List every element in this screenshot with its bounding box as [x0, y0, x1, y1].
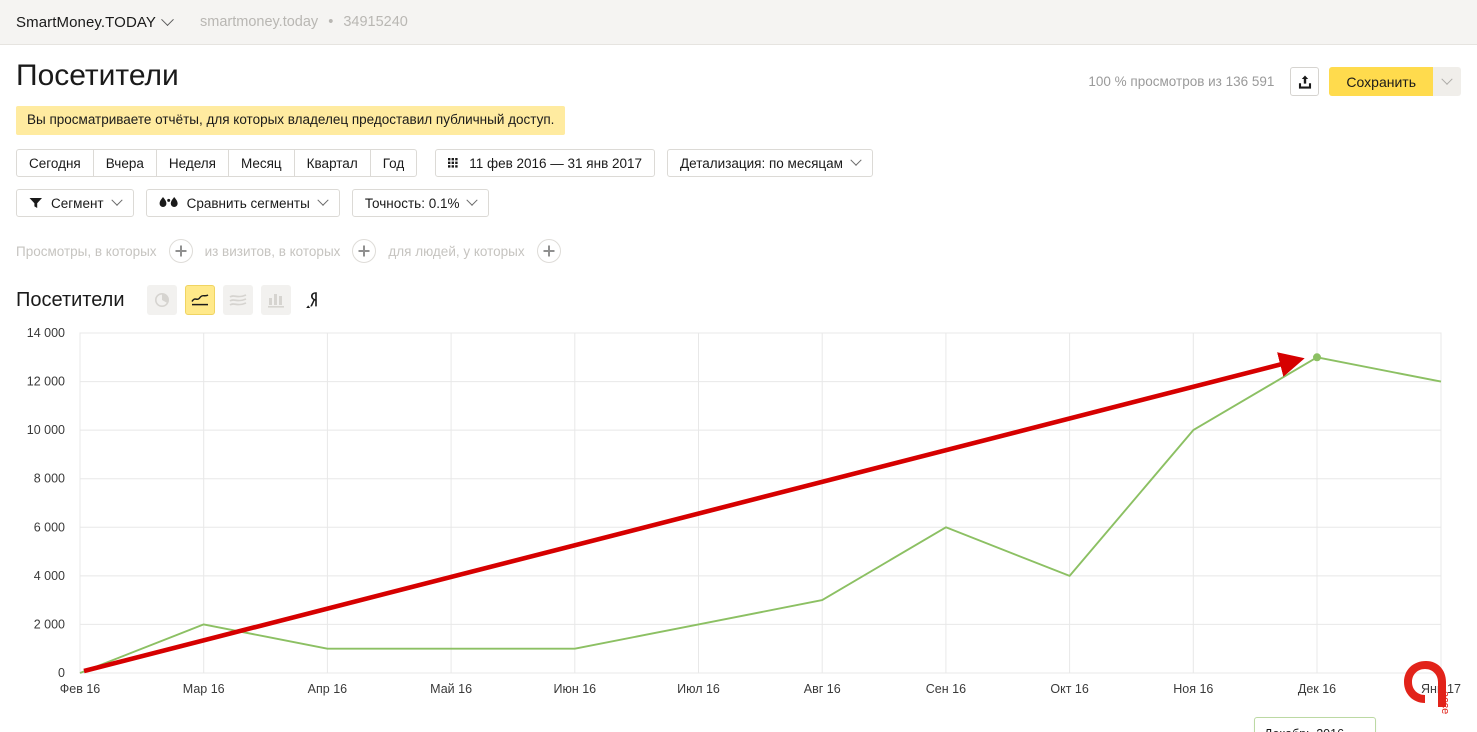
y-tick-label: 0	[58, 666, 65, 680]
x-tick-label: Мар 16	[183, 682, 225, 696]
period-button-today[interactable]: Сегодня	[16, 149, 94, 177]
x-tick-label: Июн 16	[553, 682, 596, 696]
line-chart-icon	[191, 293, 209, 307]
period-button-yesterday[interactable]: Вчера	[93, 149, 157, 177]
accuracy-selector[interactable]: Точность: 0.1%	[352, 189, 490, 217]
chart-title: Посетители	[16, 289, 125, 312]
chevron-down-icon	[161, 13, 174, 26]
save-button-group: Сохранить	[1329, 67, 1461, 96]
add-visits-condition-button[interactable]	[352, 239, 376, 263]
segment-selector[interactable]: Сегмент	[16, 189, 134, 217]
chart-view-area-button[interactable]	[223, 285, 253, 315]
chart-area: 14 000 12 000 10 000 8 000 6 000 4 000 2…	[0, 323, 1477, 723]
y-tick-label: 2 000	[34, 617, 65, 631]
filters-toolbar: Сегмент Сравнить сегменты Точность: 0.1%	[0, 189, 1477, 217]
share-upload-icon	[1298, 74, 1312, 90]
views-count: 100 % просмотров из 136 591	[1088, 74, 1274, 89]
chart-view-bar-button[interactable]	[261, 285, 291, 315]
site-meta: smartmoney.today • 34915240	[200, 14, 408, 30]
visitors-line-chart[interactable]: 14 000 12 000 10 000 8 000 6 000 4 000 2…	[0, 323, 1477, 718]
period-button-month[interactable]: Месяц	[228, 149, 295, 177]
chevron-down-icon	[467, 195, 478, 206]
add-views-condition-button[interactable]	[169, 239, 193, 263]
period-button-year[interactable]: Год	[370, 149, 418, 177]
chart-tooltip: Декабрь 2016 Посетители: 13 000	[1254, 717, 1376, 732]
save-dropdown-button[interactable]	[1433, 67, 1461, 96]
accuracy-label: Точность: 0.1%	[365, 196, 460, 211]
y-tick-label: 14 000	[27, 326, 65, 340]
highlighted-data-point[interactable]	[1313, 353, 1321, 361]
x-tick-label: Фев 16	[60, 682, 101, 696]
chart-view-map-button[interactable]	[299, 285, 329, 315]
date-range-picker[interactable]: 11 фев 2016 — 31 янв 2017	[435, 149, 655, 177]
compare-drops-icon	[159, 196, 179, 210]
save-button[interactable]: Сохранить	[1329, 67, 1433, 96]
add-people-condition-button[interactable]	[537, 239, 561, 263]
page-header: Посетители 100 % просмотров из 136 591 С…	[0, 45, 1477, 93]
chart-view-line-button[interactable]	[185, 285, 215, 315]
date-range-label: 11 фев 2016 — 31 янв 2017	[469, 156, 642, 171]
y-tick-label: 8 000	[34, 472, 65, 486]
x-tick-label: Апр 16	[308, 682, 347, 696]
map-marker-icon	[305, 291, 323, 309]
period-button-quarter[interactable]: Квартал	[294, 149, 371, 177]
top-bar: SmartMoney.TODAY smartmoney.today • 3491…	[0, 0, 1477, 45]
calendar-grid-icon	[448, 157, 461, 170]
chevron-down-icon	[111, 195, 122, 206]
x-tick-label: Май 16	[430, 682, 472, 696]
period-button-week[interactable]: Неделя	[156, 149, 229, 177]
period-toolbar: Сегодня Вчера Неделя Месяц Квартал Год 1…	[0, 149, 1477, 177]
public-access-notice: Вы просматриваете отчёты, для которых вл…	[16, 106, 565, 135]
meta-separator: •	[328, 14, 333, 30]
x-tick-label: Сен 16	[926, 682, 966, 696]
segment-label: Сегмент	[51, 196, 104, 211]
condition-visits-label: из визитов, в которых	[205, 244, 341, 259]
chevron-down-icon	[317, 195, 328, 206]
y-tick-label: 4 000	[34, 569, 65, 583]
export-button[interactable]	[1290, 67, 1319, 96]
y-tick-label: 10 000	[27, 423, 65, 437]
x-tick-label: Янв 17	[1421, 682, 1461, 696]
y-tick-label: 12 000	[27, 375, 65, 389]
period-button-group: Сегодня Вчера Неделя Месяц Квартал Год	[16, 149, 417, 177]
pie-chart-icon	[154, 292, 170, 308]
tooltip-period: Декабрь 2016	[1264, 724, 1366, 732]
site-selector[interactable]: SmartMoney.TODAY	[16, 14, 172, 31]
condition-people-label: для людей, у которых	[388, 244, 524, 259]
y-tick-label: 6 000	[34, 520, 65, 534]
x-tick-label: Авг 16	[804, 682, 841, 696]
x-tick-label: Дек 16	[1298, 682, 1336, 696]
header-actions: 100 % просмотров из 136 591 Сохранить	[1088, 67, 1461, 96]
x-tick-label: Окт 16	[1050, 682, 1088, 696]
x-tick-label: Июл 16	[677, 682, 720, 696]
site-name: SmartMoney.TODAY	[16, 14, 156, 31]
chart-header: Посетители	[0, 285, 1477, 315]
counter-id: 34915240	[343, 14, 408, 30]
condition-views-label: Просмотры, в которых	[16, 244, 157, 259]
area-chart-icon	[229, 293, 247, 307]
site-domain: smartmoney.today	[200, 14, 318, 30]
x-tick-label: Ноя 16	[1173, 682, 1213, 696]
chevron-down-icon	[1441, 73, 1452, 84]
bar-chart-icon	[268, 293, 284, 308]
chart-view-pie-button[interactable]	[147, 285, 177, 315]
compare-segments-label: Сравнить сегменты	[187, 196, 310, 211]
compare-segments-selector[interactable]: Сравнить сегменты	[146, 189, 340, 217]
funnel-icon	[29, 197, 43, 209]
detail-level-label: Детализация: по месяцам	[680, 156, 843, 171]
conditions-row: Просмотры, в которых из визитов, в котор…	[0, 239, 1477, 263]
detail-level-selector[interactable]: Детализация: по месяцам	[667, 149, 873, 177]
y-axis-tick-labels: 14 000 12 000 10 000 8 000 6 000 4 000 2…	[27, 326, 65, 680]
x-axis-tick-labels: Фев 16 Мар 16 Апр 16 Май 16 Июн 16 Июл 1…	[60, 682, 1461, 696]
chevron-down-icon	[850, 155, 861, 166]
